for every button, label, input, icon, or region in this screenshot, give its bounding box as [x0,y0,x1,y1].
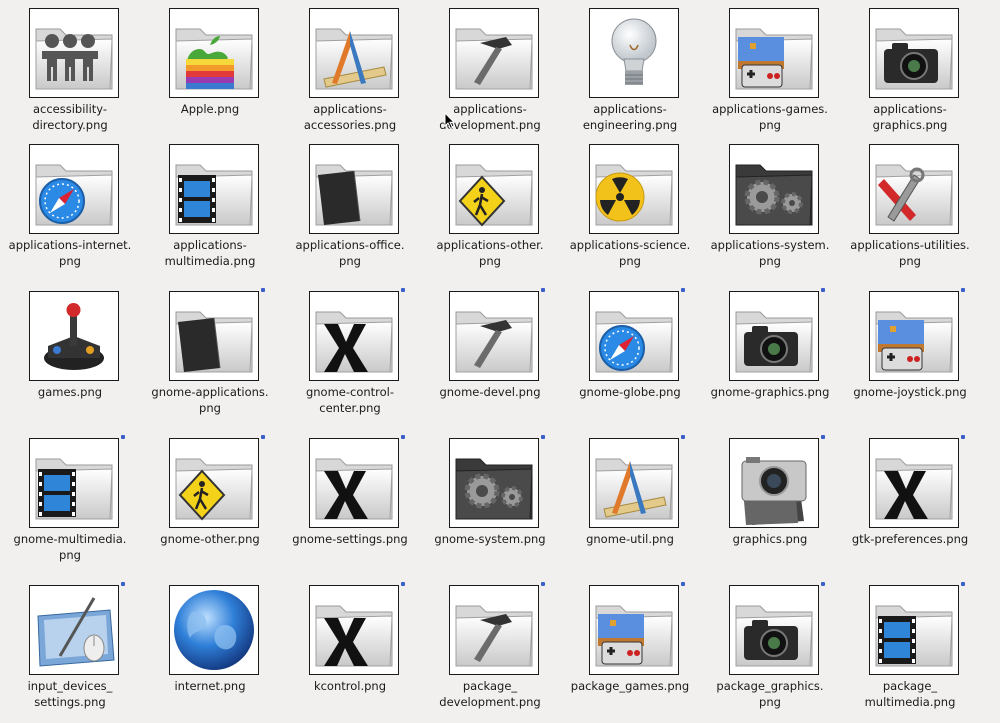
symlink-emblem-icon [681,288,685,292]
symlink-emblem-icon [681,435,685,439]
file-name-label: input_devices_ settings.png [27,679,113,709]
radiation-folder-icon [589,144,679,234]
file-name-label: games.png [37,385,103,399]
symlink-emblem-icon [401,582,405,586]
file-name-label: applications-internet. png [8,238,132,268]
x-folder-icon [309,585,399,675]
game-controller-folder-icon [589,585,679,675]
file-name-label: Apple.png [180,102,240,116]
camera-folder-icon [729,291,819,381]
icon-grid: accessibility- directory.png Apple.png a… [0,0,1000,723]
file-name-label: gnome-other.png [160,532,260,546]
file-name-label: graphics.png [732,532,808,546]
file-name-label: gnome-graphics.png [710,385,830,399]
gears-folder-icon [729,144,819,234]
file-name-label: gnome-globe.png [579,385,681,399]
symlink-emblem-icon [681,582,685,586]
document-folder-icon [309,144,399,234]
x-folder-icon [309,291,399,381]
file-name-label: package_graphics. png [716,679,824,709]
film-folder-icon [869,585,959,675]
apple-folder-icon [169,8,259,98]
hammer-folder-icon [449,585,539,675]
pedestrian-sign-folder-icon [169,438,259,528]
x-folder-icon [309,438,399,528]
people-folder-icon [29,8,119,98]
symlink-emblem-icon [961,288,965,292]
file-name-label: kcontrol.png [313,679,387,693]
file-name-label: gnome-joystick.png [853,385,967,399]
globe-icon [169,585,259,675]
file-name-label: applications-science. png [569,238,691,268]
game-controller-folder-icon [869,291,959,381]
drafting-tools-folder-icon [309,8,399,98]
symlink-emblem-icon [821,435,825,439]
symlink-emblem-icon [821,288,825,292]
file-name-label: gtk-preferences.png [851,532,969,546]
compass-folder-icon [589,291,679,381]
file-name-label: applications-other. png [436,238,544,268]
file-name-label: applications-office. png [295,238,405,268]
symlink-emblem-icon [961,435,965,439]
camera-folder-icon [729,585,819,675]
symlink-emblem-icon [541,435,545,439]
file-name-label: internet.png [174,679,246,693]
symlink-emblem-icon [401,435,405,439]
x-folder-icon [869,438,959,528]
tablet-mouse-icon [29,585,119,675]
symlink-emblem-icon [401,288,405,292]
hammer-folder-icon [449,291,539,381]
file-name-label: gnome-multimedia. png [13,532,127,562]
drafting-tools-folder-icon [589,438,679,528]
tools-folder-icon [869,144,959,234]
file-name-label: package_ multimedia.png [864,679,956,709]
file-name-label: applications- multimedia.png [164,238,256,268]
mouse-cursor-icon [444,112,456,130]
file-name-label: gnome-util.png [586,532,674,546]
pedestrian-sign-folder-icon [449,144,539,234]
file-name-label: applications-system. png [710,238,830,268]
file-name-label: gnome-applications. png [151,385,269,415]
file-name-label: gnome-devel.png [439,385,541,399]
file-name-label: package_ development.png [439,679,541,709]
file-name-label: applications- development.png [439,102,541,132]
file-name-label: applications- engineering.png [582,102,678,132]
symlink-emblem-icon [261,435,265,439]
file-name-label: gnome-settings.png [292,532,408,546]
symlink-emblem-icon [121,435,125,439]
camera-folder-icon [869,8,959,98]
film-folder-icon [169,144,259,234]
film-folder-icon [29,438,119,528]
file-name-label: applications-games. png [712,102,828,132]
compass-folder-icon [29,144,119,234]
joystick-icon [29,291,119,381]
symlink-emblem-icon [261,288,265,292]
document-folder-icon [169,291,259,381]
symlink-emblem-icon [961,582,965,586]
hammer-folder-icon [449,8,539,98]
file-name-label: applications-utilities. png [850,238,970,268]
lightbulb-icon [589,8,679,98]
file-name-label: gnome-system.png [434,532,546,546]
gears-folder-icon [449,438,539,528]
symlink-emblem-icon [121,582,125,586]
symlink-emblem-icon [821,582,825,586]
file-name-label: applications- accessories.png [303,102,397,132]
game-controller-folder-icon [729,8,819,98]
file-name-label: package_games.png [570,679,690,693]
file-name-label: accessibility- directory.png [32,102,108,132]
file-name-label: applications- graphics.png [872,102,948,132]
file-name-label: gnome-control- center.png [305,385,395,415]
symlink-emblem-icon [541,582,545,586]
photo-camera-icon [729,438,819,528]
symlink-emblem-icon [541,288,545,292]
